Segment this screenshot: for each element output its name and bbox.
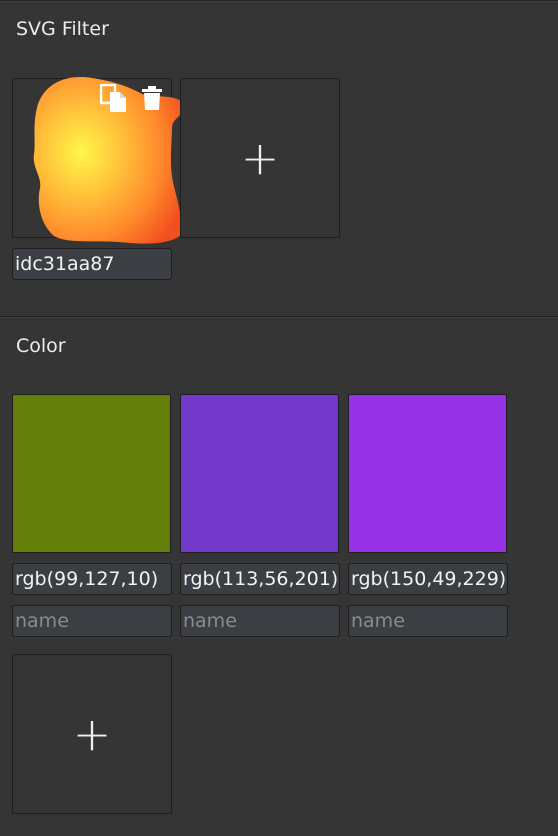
color-name-field[interactable]: [180, 605, 340, 637]
color-value-field[interactable]: [180, 563, 340, 595]
top-divider: [0, 0, 558, 2]
color-title: Color: [16, 335, 66, 357]
trash-icon[interactable]: [142, 86, 162, 110]
copy-icon[interactable]: [100, 84, 128, 114]
plus-icon: +: [72, 707, 112, 761]
color-value-field[interactable]: [12, 563, 172, 595]
plus-icon: +: [240, 131, 280, 185]
color-value-field[interactable]: [348, 563, 508, 595]
color-name-field[interactable]: [348, 605, 508, 637]
color-swatch[interactable]: [348, 394, 507, 553]
svg-filter-id-field[interactable]: [12, 248, 172, 280]
color-swatch[interactable]: [180, 394, 339, 553]
add-svg-filter-button[interactable]: +: [180, 78, 340, 238]
section-divider: [0, 316, 558, 318]
color-name-field[interactable]: [12, 605, 172, 637]
color-swatch[interactable]: [12, 394, 171, 553]
svg-filter-title: SVG Filter: [16, 18, 109, 40]
add-color-button[interactable]: +: [12, 654, 172, 814]
